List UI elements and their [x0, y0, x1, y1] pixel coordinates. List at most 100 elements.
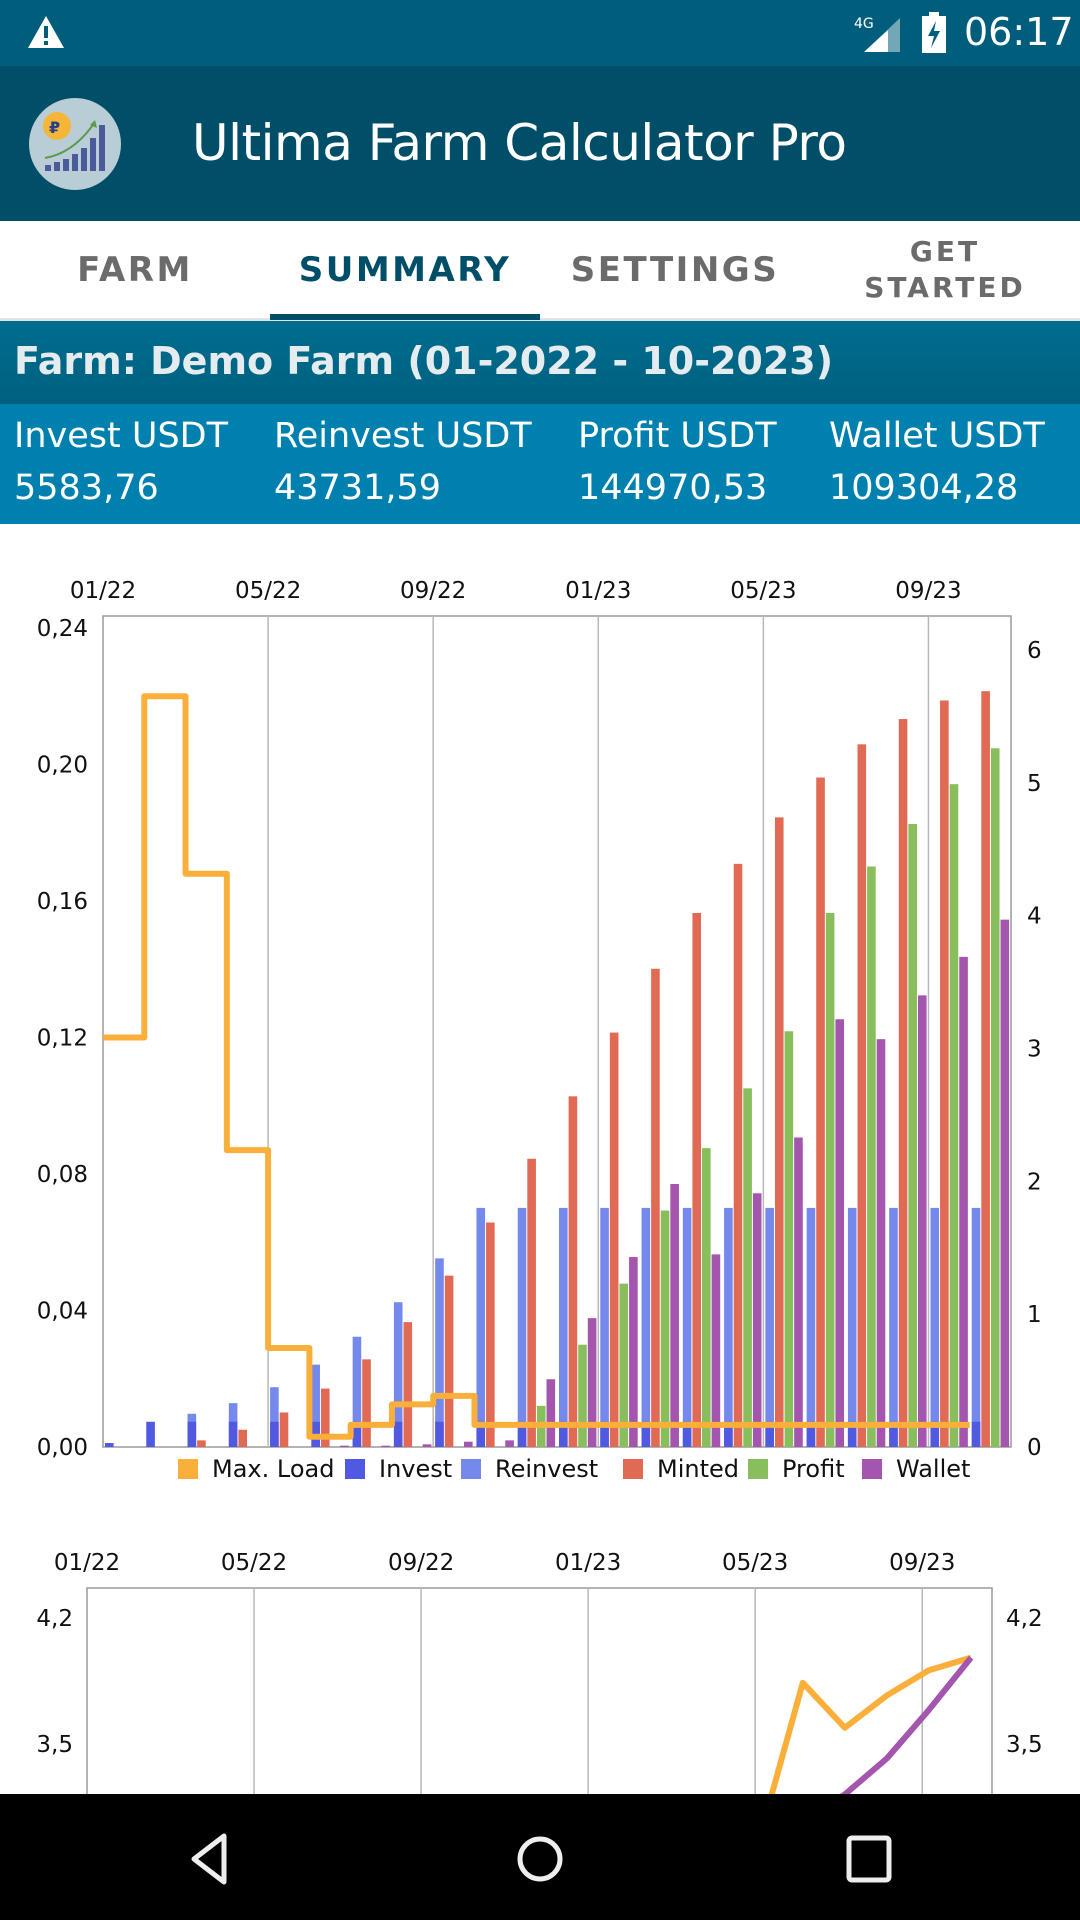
stat-value: 144970,53 [578, 468, 768, 508]
bar-invest [517, 1421, 527, 1447]
stat-label: Invest USDT [14, 416, 228, 456]
y-left-tick-label: 0,16 [37, 889, 88, 915]
tab-farm[interactable]: FARM [0, 221, 270, 318]
bar-invest [476, 1421, 486, 1447]
y-left-tick-label: 0,24 [37, 616, 88, 642]
bar-reinvest [476, 1207, 486, 1447]
bar-invest [393, 1421, 403, 1447]
bar-invest [682, 1421, 692, 1447]
x-tick-label: 01/23 [555, 1550, 621, 1576]
tab-get-started[interactable]: GET STARTED [810, 221, 1080, 318]
bar-minted [816, 777, 825, 1447]
bar-invest [146, 1421, 155, 1447]
bar-profit [578, 1344, 587, 1447]
plot-frame [86, 1587, 993, 1794]
tab-summary[interactable]: SUMMARY [270, 221, 540, 320]
bar-profit [743, 1088, 752, 1447]
legend-wallet: Wallet [862, 1455, 970, 1483]
bar-reinvest [559, 1207, 568, 1447]
y-right-tick-label: 6 [1027, 638, 1042, 664]
y-left-tick-label: 3,5 [36, 1732, 73, 1758]
bar-reinvest [971, 1207, 981, 1447]
bar-reinvest [889, 1207, 898, 1447]
bar-wallet [463, 1441, 473, 1447]
home-button[interactable] [505, 1824, 575, 1894]
legend-reinvest: Reinvest [461, 1455, 598, 1483]
legend-minted: Minted [623, 1455, 739, 1483]
bar-reinvest [682, 1207, 692, 1447]
network-type: 4G [854, 16, 874, 32]
y-left-tick-label: 0,20 [37, 753, 88, 779]
app-title: Ultima Farm Calculator Pro [192, 114, 847, 172]
legend-swatch [345, 1459, 365, 1479]
legend-swatch [178, 1459, 198, 1479]
bar-invest [559, 1421, 568, 1447]
bar-minted [238, 1429, 248, 1447]
stat-wallet: Wallet USDT 109304,28 [829, 416, 1045, 508]
chart-legend: Max. Load Invest Reinvest Minted Profit … [0, 1455, 1080, 1491]
signal-4g-icon: 4G [854, 16, 900, 52]
max-load-line [103, 693, 970, 1440]
bar-invest [435, 1421, 444, 1447]
warning-icon [28, 16, 64, 48]
purple-series-line [840, 1655, 974, 1794]
bar-reinvest [187, 1413, 197, 1447]
bar-invest [228, 1421, 238, 1447]
x-tick-label: 01/23 [565, 578, 631, 604]
bar-reinvest [352, 1336, 362, 1447]
bar-minted [486, 1222, 495, 1447]
legend-swatch [748, 1459, 768, 1479]
bar-reinvest [724, 1207, 733, 1447]
stat-invest: Invest USDT 5583,76 [14, 416, 228, 508]
bar-minted [940, 700, 949, 1447]
y-right-tick-label: 1 [1027, 1302, 1042, 1328]
x-tick-label: 09/23 [889, 1550, 955, 1576]
bar-minted [320, 1388, 330, 1447]
bar-reinvest [435, 1258, 444, 1447]
y-right-tick-label: 5 [1027, 771, 1042, 797]
battery-charging-icon [922, 12, 946, 53]
bar-profit [660, 1210, 670, 1447]
bar-minted [279, 1412, 289, 1447]
x-tick-label: 05/23 [730, 578, 796, 604]
bar-wallet [422, 1444, 432, 1447]
bar-wallet [711, 1254, 721, 1447]
bar-wallet [381, 1445, 391, 1447]
bar-reinvest [393, 1302, 403, 1447]
summary-line-chart-plot: 01/22 05/22 09/22 01/23 05/23 09/23 4,2 4,2 3,5 3… [36, 1550, 1043, 1794]
bar-invest [641, 1421, 651, 1447]
stat-reinvest: Reinvest USDT 43731,59 [274, 416, 532, 508]
y-left-tick-label: 4,2 [36, 1606, 73, 1632]
stat-profit: Profit USDT 144970,53 [578, 416, 777, 508]
bar-reinvest [517, 1207, 527, 1447]
legend-label: Reinvest [495, 1455, 599, 1483]
bar-profit [867, 866, 876, 1447]
bar-profit [702, 1148, 711, 1447]
bar-wallet [959, 956, 968, 1447]
bar-minted [568, 1096, 578, 1447]
legend-label: Minted [657, 1455, 739, 1483]
bar-wallet [752, 1193, 762, 1447]
x-tick-label: 05/23 [722, 1550, 788, 1576]
bar-wallet [794, 1137, 803, 1447]
bar-profit [536, 1405, 546, 1447]
tab-settings[interactable]: SETTINGS [540, 221, 810, 318]
app-logo-icon: ₽ [43, 112, 105, 171]
summary-line-chart: 01/22 05/22 09/22 01/23 05/23 09/23 4,2 4,2 3,5 3… [0, 1520, 1080, 1794]
y-right-tick-label: 4,2 [1006, 1606, 1043, 1632]
bar-wallet [587, 1318, 597, 1447]
back-button[interactable] [176, 1824, 246, 1894]
bar-reinvest [765, 1207, 774, 1447]
legend-profit: Profit [748, 1455, 845, 1483]
bar-minted [362, 1359, 371, 1447]
bar-invest [765, 1421, 774, 1447]
legend-swatch [862, 1459, 882, 1479]
recents-button[interactable] [834, 1824, 904, 1894]
y-left-tick-label: 0,12 [37, 1026, 88, 1052]
legend-label: Wallet [896, 1455, 971, 1483]
legend-swatch [623, 1459, 643, 1479]
bar-minted [403, 1322, 413, 1447]
plot-frame [102, 615, 1012, 1448]
bar-wallet [505, 1440, 514, 1447]
bar-invest [930, 1421, 940, 1447]
